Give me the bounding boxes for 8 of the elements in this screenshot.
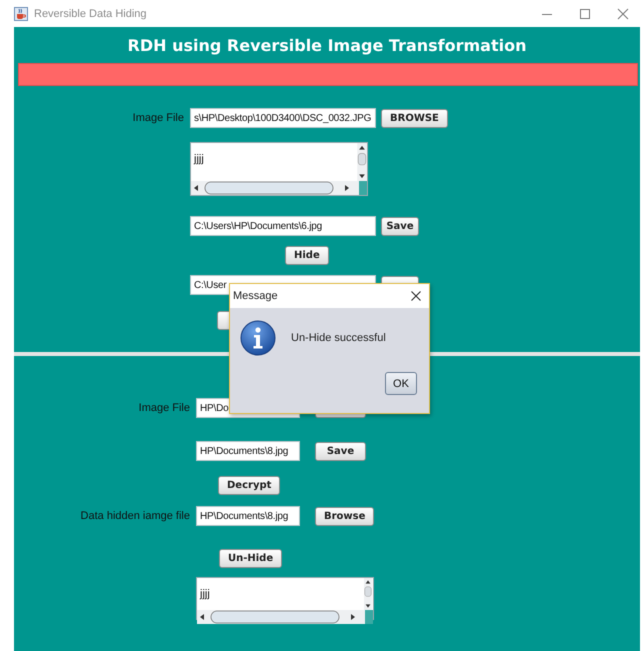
app-heading: RDH using Reversible Image Transformation: [128, 36, 526, 54]
window-title: Reversible Data Hiding: [34, 8, 146, 20]
field-label: Data hidden iamge file: [80, 510, 191, 522]
dialog-message: Un-Hide successful: [291, 332, 386, 344]
message-text: jjjj: [192, 152, 205, 167]
message-text: jjjj: [198, 587, 211, 602]
field-label: Image File: [138, 402, 191, 414]
field-label: Image File: [132, 112, 185, 124]
